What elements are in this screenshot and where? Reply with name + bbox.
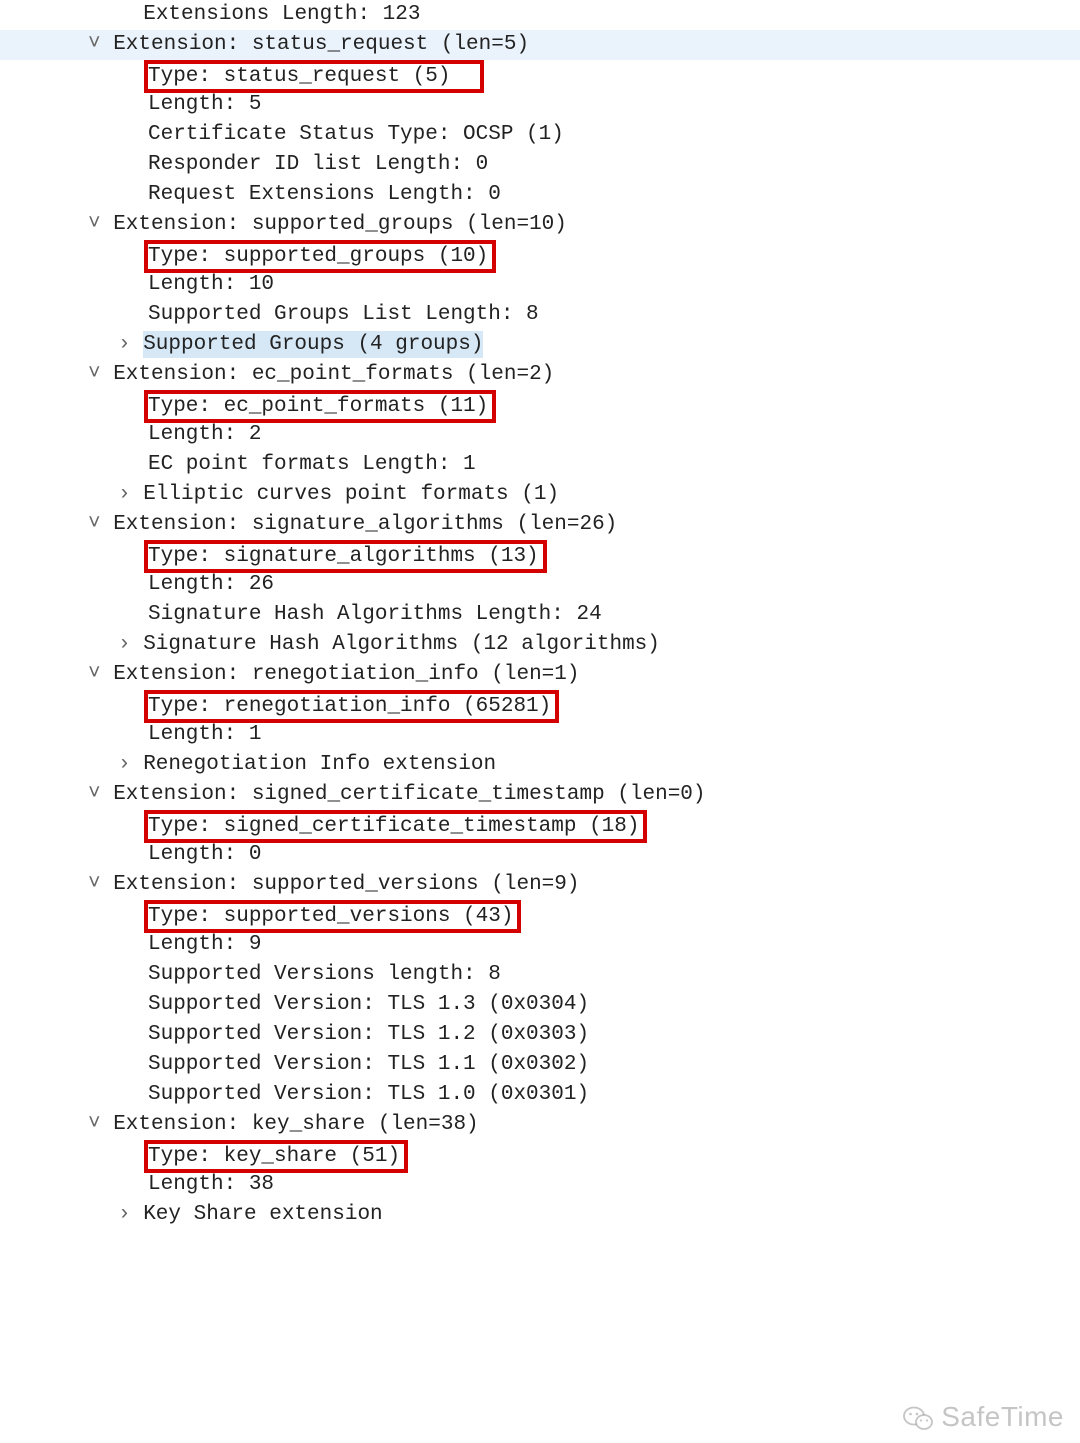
chevron-down-icon[interactable]: ˅	[88, 30, 101, 60]
field-value: Supported Versions length: 8	[148, 963, 501, 986]
tree-row[interactable]: Length: 26	[0, 570, 1080, 600]
field-value: Responder ID list Length: 0	[148, 153, 488, 176]
field-value: Supported Groups List Length: 8	[148, 303, 539, 326]
tree-row[interactable]: Supported Groups List Length: 8	[0, 300, 1080, 330]
field-value: Request Extensions Length: 0	[148, 183, 501, 206]
highlight-box: Type: renegotiation_info (65281)	[144, 690, 559, 723]
field-value: Signature Hash Algorithms (12 algorithms…	[143, 633, 660, 656]
tree-row[interactable]: Length: 5	[0, 90, 1080, 120]
field-value: Length: 0	[148, 843, 261, 866]
tree-row[interactable]: Extensions Length: 123	[0, 0, 1080, 30]
tree-row[interactable]: Type: signature_algorithms (13)	[0, 540, 1080, 570]
field-value: Length: 26	[148, 573, 274, 596]
tree-row-collapsed[interactable]: › Signature Hash Algorithms (12 algorith…	[0, 630, 1080, 660]
watermark: SafeTime	[903, 1401, 1064, 1433]
chevron-down-icon[interactable]: ˅	[88, 870, 101, 900]
tree-row-collapsed[interactable]: › Supported Groups (4 groups)	[0, 330, 1080, 360]
field-value: Length: 10	[148, 273, 274, 296]
chevron-down-icon[interactable]: ˅	[88, 660, 101, 690]
tree-row[interactable]: Request Extensions Length: 0	[0, 180, 1080, 210]
tree-row-expandable[interactable]: ˅ Extension: key_share (len=38)	[0, 1110, 1080, 1140]
tree-row-expandable[interactable]: ˅ Extension: signature_algorithms (len=2…	[0, 510, 1080, 540]
field-value: Elliptic curves point formats (1)	[143, 483, 559, 506]
tree-row[interactable]: Type: renegotiation_info (65281)	[0, 690, 1080, 720]
chevron-right-icon[interactable]: ›	[118, 330, 131, 360]
field-value: Length: 38	[148, 1173, 274, 1196]
field-value: Length: 9	[148, 933, 261, 956]
field-value: Length: 2	[148, 423, 261, 446]
field-value: Supported Version: TLS 1.0 (0x0301)	[148, 1083, 589, 1106]
field-value: Length: 1	[148, 723, 261, 746]
tree-row[interactable]: Certificate Status Type: OCSP (1)	[0, 120, 1080, 150]
tree-row[interactable]: Length: 2	[0, 420, 1080, 450]
tree-row[interactable]: Supported Version: TLS 1.2 (0x0303)	[0, 1020, 1080, 1050]
highlight-box: Type: key_share (51)	[144, 1140, 408, 1173]
tree-row-collapsed[interactable]: › Key Share extension	[0, 1200, 1080, 1230]
chevron-down-icon[interactable]: ˅	[88, 780, 101, 810]
field-value: EC point formats Length: 1	[148, 453, 476, 476]
tree-row[interactable]: Length: 10	[0, 270, 1080, 300]
field-value: Extension: key_share (len=38)	[113, 1113, 478, 1136]
tree-row-expandable[interactable]: ˅ Extension: ec_point_formats (len=2)	[0, 360, 1080, 390]
chevron-right-icon[interactable]: ›	[118, 630, 131, 660]
field-value: Extension: signature_algorithms (len=26)	[113, 513, 617, 536]
tree-row[interactable]: Length: 38	[0, 1170, 1080, 1200]
tree-row[interactable]: Signature Hash Algorithms Length: 24	[0, 600, 1080, 630]
field-value: Extension: ec_point_formats (len=2)	[113, 363, 554, 386]
tree-row-expandable[interactable]: ˅ Extension: renegotiation_info (len=1)	[0, 660, 1080, 690]
wechat-icon	[903, 1405, 933, 1431]
tree-row[interactable]: Type: supported_groups (10)	[0, 240, 1080, 270]
tree-row[interactable]: Type: ec_point_formats (11)	[0, 390, 1080, 420]
field-value: Certificate Status Type: OCSP (1)	[148, 123, 564, 146]
highlight-box: Type: supported_groups (10)	[144, 240, 496, 273]
field-value: Extensions Length: 123	[143, 3, 420, 26]
tree-row[interactable]: Type: status_request (5)	[0, 60, 1080, 90]
tree-row[interactable]: Supported Version: TLS 1.3 (0x0304)	[0, 990, 1080, 1020]
tree-row-expandable[interactable]: ˅ Extension: supported_groups (len=10)	[0, 210, 1080, 240]
chevron-right-icon[interactable]: ›	[118, 1200, 131, 1230]
tree-row-expandable[interactable]: ˅ Extension: status_request (len=5)	[0, 30, 1080, 60]
highlight-box: Type: status_request (5)	[144, 60, 484, 93]
field-value: Extension: renegotiation_info (len=1)	[113, 663, 579, 686]
packet-tree[interactable]: Extensions Length: 123 ˅ Extension: stat…	[0, 0, 1080, 1230]
field-value: Key Share extension	[143, 1203, 382, 1226]
field-value: Extension: signed_certificate_timestamp …	[113, 783, 705, 806]
watermark-text: SafeTime	[941, 1401, 1064, 1432]
tree-row[interactable]: EC point formats Length: 1	[0, 450, 1080, 480]
field-value: Supported Version: TLS 1.1 (0x0302)	[148, 1053, 589, 1076]
tree-row[interactable]: Supported Versions length: 8	[0, 960, 1080, 990]
tree-row-expandable[interactable]: ˅ Extension: supported_versions (len=9)	[0, 870, 1080, 900]
tree-row[interactable]: Length: 0	[0, 840, 1080, 870]
chevron-down-icon[interactable]: ˅	[88, 510, 101, 540]
chevron-right-icon[interactable]: ›	[118, 480, 131, 510]
tree-row[interactable]: Length: 1	[0, 720, 1080, 750]
tree-row[interactable]: Type: supported_versions (43)	[0, 900, 1080, 930]
highlight-box: Type: signed_certificate_timestamp (18)	[144, 810, 647, 843]
field-value: Length: 5	[148, 93, 261, 116]
tree-row-collapsed[interactable]: › Renegotiation Info extension	[0, 750, 1080, 780]
field-value: Extension: supported_groups (len=10)	[113, 213, 567, 236]
field-value: Renegotiation Info extension	[143, 753, 496, 776]
tree-row[interactable]: Type: signed_certificate_timestamp (18)	[0, 810, 1080, 840]
tree-row[interactable]: Supported Version: TLS 1.0 (0x0301)	[0, 1080, 1080, 1110]
chevron-right-icon[interactable]: ›	[118, 750, 131, 780]
tree-row-collapsed[interactable]: › Elliptic curves point formats (1)	[0, 480, 1080, 510]
tree-row[interactable]: Type: key_share (51)	[0, 1140, 1080, 1170]
field-value: Supported Version: TLS 1.2 (0x0303)	[148, 1023, 589, 1046]
field-value: Extension: status_request (len=5)	[113, 33, 529, 56]
tree-row[interactable]: Responder ID list Length: 0	[0, 150, 1080, 180]
highlight-box: Type: supported_versions (43)	[144, 900, 521, 933]
chevron-down-icon[interactable]: ˅	[88, 1110, 101, 1140]
field-value: Signature Hash Algorithms Length: 24	[148, 603, 602, 626]
chevron-down-icon[interactable]: ˅	[88, 360, 101, 390]
tree-row[interactable]: Length: 9	[0, 930, 1080, 960]
tree-row[interactable]: Supported Version: TLS 1.1 (0x0302)	[0, 1050, 1080, 1080]
field-value: Supported Version: TLS 1.3 (0x0304)	[148, 993, 589, 1016]
tree-row-expandable[interactable]: ˅ Extension: signed_certificate_timestam…	[0, 780, 1080, 810]
highlight-box: Type: signature_algorithms (13)	[144, 540, 547, 573]
field-value: Extension: supported_versions (len=9)	[113, 873, 579, 896]
chevron-down-icon[interactable]: ˅	[88, 210, 101, 240]
highlight-box: Type: ec_point_formats (11)	[144, 390, 496, 423]
field-value-selected: Supported Groups (4 groups)	[143, 331, 483, 358]
